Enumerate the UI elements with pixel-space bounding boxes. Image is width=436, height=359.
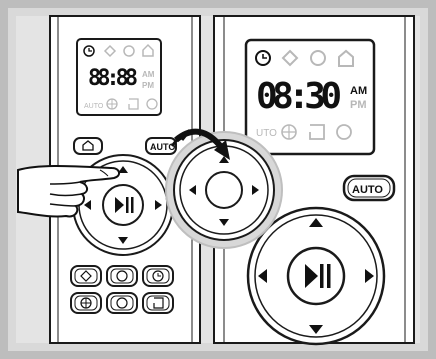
navigate-icon xyxy=(106,98,118,110)
right-lcd-auto: UTO xyxy=(256,128,277,139)
instruction-illustration: 88:88 AM PM AUTO AUTO 08:30 AM PM UTO AU… xyxy=(0,0,436,359)
left-lcd-am: AM xyxy=(142,70,155,79)
right-lcd-pm: PM xyxy=(350,99,367,111)
illustration-canvas: 88:88 AM PM AUTO AUTO 08:30 AM PM UTO AU… xyxy=(0,0,436,359)
navigate-icon xyxy=(80,297,92,309)
left-auto-label: AUTO xyxy=(150,142,175,152)
right-auto-label: AUTO xyxy=(352,184,383,196)
navigate-icon xyxy=(281,124,297,140)
left-lcd-time: 88:88 xyxy=(88,66,138,91)
right-lcd-am: AM xyxy=(350,85,367,97)
left-lcd-pm: PM xyxy=(142,81,154,90)
left-lcd-auto: AUTO xyxy=(84,103,104,110)
right-lcd-time: 08:30 xyxy=(256,76,342,117)
